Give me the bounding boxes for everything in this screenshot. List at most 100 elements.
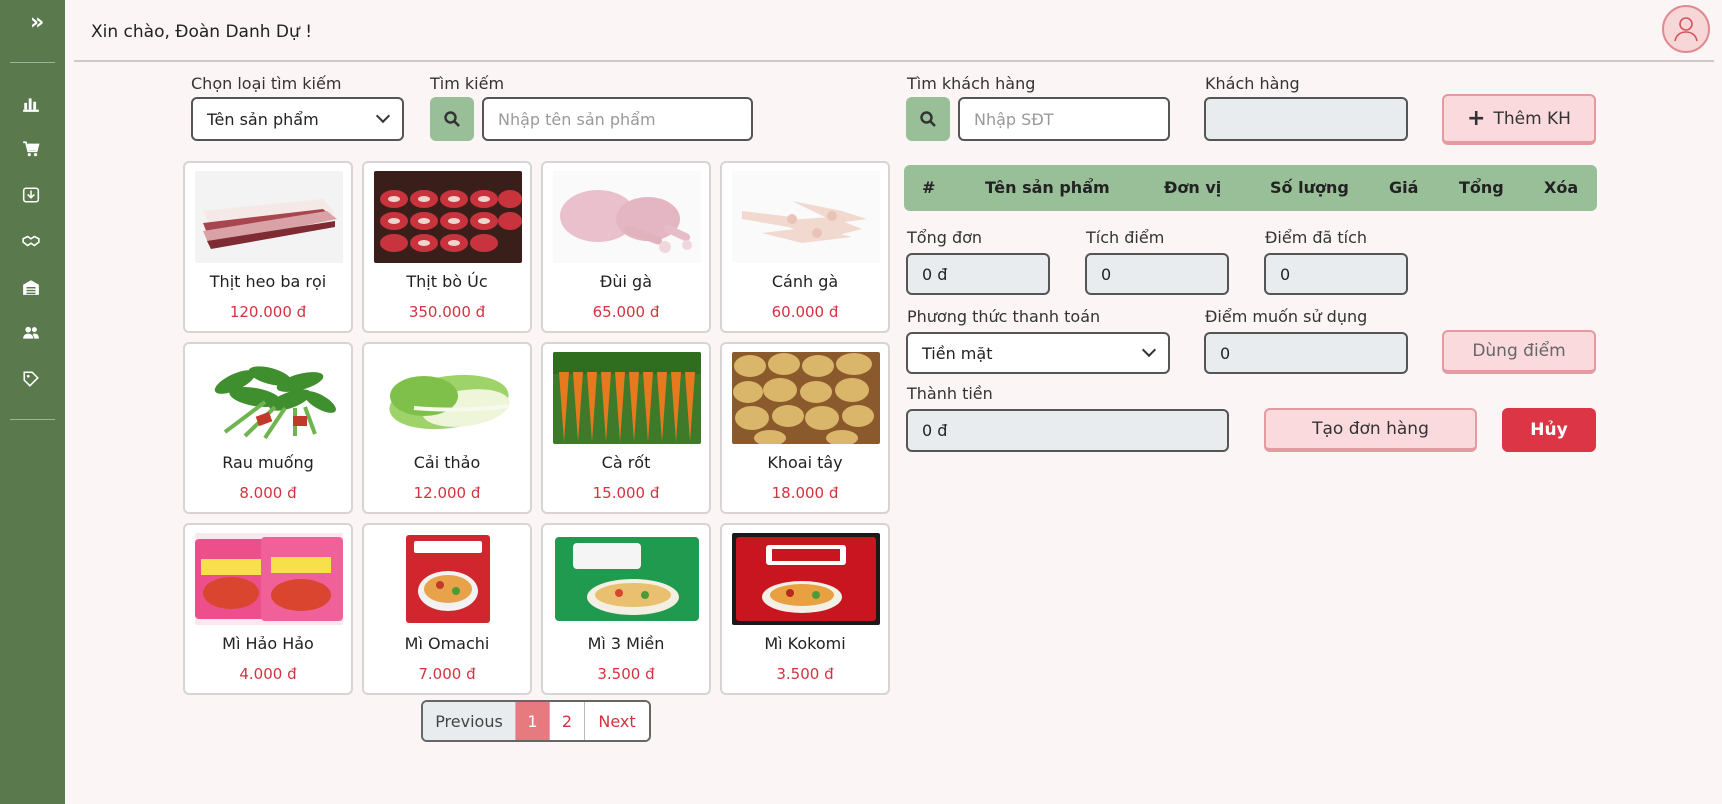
pagination: Previous 1 2 Next [421, 700, 651, 742]
customer-search-button[interactable] [906, 97, 950, 141]
product-price: 350.000 đ [408, 303, 486, 321]
col-unit: Đơn vị [1164, 178, 1222, 197]
customer-search-label: Tìm khách hàng [907, 74, 1036, 93]
product-search-input[interactable]: Nhập tên sản phẩm [482, 97, 753, 141]
product-price: 65.000 đ [592, 303, 660, 321]
product-card[interactable]: Mì Kokomi 3.500 đ [720, 523, 890, 695]
user-icon [1674, 17, 1698, 42]
search-icon [444, 111, 460, 127]
product-card[interactable]: Mì Omachi 7.000 đ [362, 523, 532, 695]
amount-label: Thành tiền [907, 384, 993, 403]
product-name: Cánh gà [771, 272, 839, 291]
phone-input[interactable]: Nhập SĐT [958, 97, 1170, 141]
col-total: Tổng [1459, 178, 1504, 197]
product-card[interactable]: Cà rốt 15.000 đ [541, 342, 711, 514]
phone-placeholder: Nhập SĐT [974, 109, 1054, 129]
expand-icon[interactable]: » [30, 10, 44, 35]
payment-method-value: Tiền mặt [922, 343, 993, 363]
users-icon[interactable] [20, 322, 42, 344]
product-image [195, 171, 343, 263]
pagination-page-1[interactable]: 1 [516, 702, 550, 740]
header: Xin chào, Đoàn Danh Dự ! [74, 0, 1714, 62]
accumulated-points-field[interactable]: 0 [1264, 253, 1408, 295]
product-name: Thịt heo ba rọi [209, 272, 327, 291]
use-points-label: Điểm muốn sử dụng [1205, 307, 1368, 326]
import-icon[interactable] [20, 184, 42, 206]
product-name: Mì Omachi [404, 634, 490, 653]
greeting-text: Xin chào, Đoàn Danh Dự ! [91, 22, 313, 42]
product-name: Cà rốt [601, 453, 651, 472]
customer-field[interactable] [1204, 97, 1408, 141]
use-points-button[interactable]: Dùng điểm [1442, 330, 1596, 374]
use-points-field[interactable]: 0 [1204, 332, 1408, 374]
pagination-previous[interactable]: Previous [423, 702, 516, 740]
chevron-down-icon [1141, 342, 1157, 358]
product-price: 3.500 đ [597, 665, 655, 683]
badge-icon[interactable] [20, 368, 42, 390]
product-name: Thịt bò Úc [406, 272, 488, 291]
product-image [195, 352, 343, 444]
product-card[interactable]: Thịt heo ba rọi 120.000 đ [183, 161, 353, 333]
pagination-next[interactable]: Next [585, 702, 649, 740]
col-price: Giá [1389, 178, 1419, 197]
total-field[interactable]: 0 đ [906, 253, 1050, 295]
product-image [553, 352, 701, 444]
product-card[interactable]: Cánh gà 60.000 đ [720, 161, 890, 333]
product-name: Đùi gà [599, 272, 653, 291]
search-type-value: Tên sản phẩm [207, 109, 319, 129]
points-field[interactable]: 0 [1085, 253, 1229, 295]
chart-icon[interactable] [20, 93, 42, 115]
plus-icon: + [1467, 106, 1486, 131]
product-price: 7.000 đ [418, 665, 476, 683]
search-label: Tìm kiếm [430, 74, 505, 93]
search-icon [920, 111, 936, 127]
avatar[interactable] [1662, 5, 1710, 53]
product-name: Cải thảo [413, 453, 481, 472]
search-type-label: Chọn loại tìm kiếm [191, 74, 342, 93]
product-image [374, 352, 522, 444]
search-button[interactable] [430, 97, 474, 141]
create-order-button[interactable]: Tạo đơn hàng [1264, 408, 1477, 452]
product-card[interactable]: Thịt bò Úc 350.000 đ [362, 161, 532, 333]
points-label: Tích điểm [1086, 228, 1165, 247]
product-card[interactable]: Rau muống 8.000 đ [183, 342, 353, 514]
product-card[interactable]: Khoai tây 18.000 đ [720, 342, 890, 514]
cart-icon[interactable] [20, 138, 42, 160]
product-card[interactable]: Đùi gà 65.000 đ [541, 161, 711, 333]
product-price: 4.000 đ [239, 665, 297, 683]
cancel-button[interactable]: Hủy [1502, 408, 1596, 452]
product-name: Mì Hảo Hảo [222, 634, 314, 653]
pagination-page-2[interactable]: 2 [550, 702, 585, 740]
col-index: # [922, 178, 936, 197]
product-price: 12.000 đ [413, 484, 481, 502]
sidebar-divider [10, 419, 55, 420]
add-customer-button[interactable]: + Thêm KH [1442, 94, 1596, 145]
payment-method-label: Phương thức thanh toán [907, 307, 1101, 326]
product-price: 120.000 đ [229, 303, 307, 321]
order-table-header: # Tên sản phẩm Đơn vị Số lượng Giá Tổng … [904, 165, 1597, 211]
handshake-icon[interactable] [20, 230, 42, 252]
product-name: Rau muống [222, 453, 314, 472]
product-image [374, 171, 522, 263]
amount-field[interactable]: 0 đ [906, 409, 1229, 452]
product-image [374, 533, 522, 625]
search-type-select[interactable]: Tên sản phẩm [191, 97, 404, 141]
total-label: Tổng đơn [907, 228, 983, 247]
col-quantity: Số lượng [1270, 178, 1349, 197]
product-image [732, 171, 880, 263]
payment-method-select[interactable]: Tiền mặt [906, 332, 1170, 374]
sidebar: » [0, 0, 65, 804]
product-card[interactable]: Mì Hảo Hảo 4.000 đ [183, 523, 353, 695]
product-card[interactable]: Cải thảo 12.000 đ [362, 342, 532, 514]
product-price: 60.000 đ [771, 303, 839, 321]
product-name: Khoai tây [767, 453, 843, 472]
product-image [195, 533, 343, 625]
customer-label: Khách hàng [1205, 74, 1300, 93]
col-delete: Xóa [1544, 178, 1579, 197]
product-card[interactable]: Mì 3 Miền 3.500 đ [541, 523, 711, 695]
sidebar-divider [10, 62, 55, 63]
warehouse-icon[interactable] [20, 276, 42, 298]
add-customer-label: Thêm KH [1493, 108, 1571, 129]
product-price: 15.000 đ [592, 484, 660, 502]
product-search-placeholder: Nhập tên sản phẩm [498, 109, 656, 129]
